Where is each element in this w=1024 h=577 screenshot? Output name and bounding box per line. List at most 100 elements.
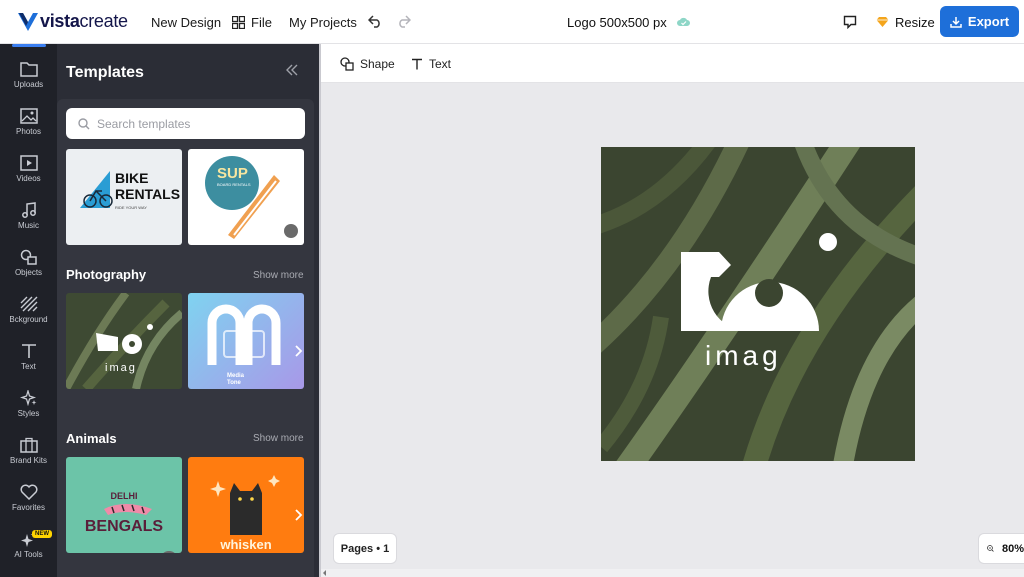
show-more-animals-link[interactable]: Show more [253,433,304,444]
template-title: DELHI [110,491,138,501]
camera-graphic [207,304,281,365]
cloud-saved-icon [676,17,690,26]
rail-item-videos[interactable]: Videos [0,149,57,196]
photo-icon [19,108,38,124]
rail-item-background[interactable]: Bckground [0,290,57,337]
rail-item-uploads[interactable]: Uploads [0,55,57,102]
search-icon [78,117,90,129]
file-menu-button[interactable]: File [232,0,272,44]
rail-item-favorites[interactable]: Favorites [0,478,57,525]
template-title: RENTALS [115,186,181,202]
rail-label: Uploads [13,80,44,89]
template-card-imag[interactable]: imag [66,293,182,389]
music-icon [21,202,36,218]
sup-graphic [205,156,298,239]
document-title-text: Logo 500x500 px [567,14,667,30]
panel-scrollbar[interactable] [319,44,321,577]
diamond-icon [876,17,889,27]
briefcase-icon [19,437,38,453]
templates-panel: Templates Search templates BIKE RENTALS … [57,44,319,577]
video-icon [19,155,38,171]
section-label-photography: Photography [66,267,147,282]
template-subtitle: BOARD RENTALS [217,182,251,187]
template-card-delhi-bengals[interactable]: DELHI BENGALS [66,457,182,553]
editor-toolbar: Shape Text [321,44,1024,83]
undo-icon[interactable] [368,15,382,28]
rail-item-photos[interactable]: Photos [0,102,57,149]
scroll-left-icon[interactable] [322,570,328,576]
chevron-right-icon[interactable] [291,344,305,358]
leaves-graphic [66,293,182,389]
template-title: Tone [227,380,241,386]
rail-label: Brand Kits [10,456,47,465]
templates-list: Search templates BIKE RENTALS RIDE YOUR … [57,99,314,577]
collapse-panel-icon[interactable] [285,64,299,76]
shape-icon [340,56,354,71]
rail-label: Bckground [9,315,48,324]
resize-button[interactable]: Resize [876,0,935,44]
rail-active-indicator [12,44,46,47]
my-projects-button[interactable]: My Projects [289,0,357,44]
template-title: BENGALS [84,518,164,535]
text-tool-label: Text [429,56,452,71]
zoom-level: 80% [1001,542,1024,555]
rail-item-styles[interactable]: Styles [0,384,57,431]
chevron-right-icon[interactable] [291,181,305,195]
search-templates-input[interactable]: Search templates [66,108,305,139]
rail-label: Objects [14,268,43,277]
design-canvas[interactable]: imag [601,147,915,461]
template-card-whisken[interactable]: whisken [188,457,304,553]
heart-icon [20,484,37,500]
text-tool-button[interactable]: Text [411,44,451,83]
canvas-background-leaves [601,147,915,461]
zoom-control[interactable]: 80% [978,533,1024,564]
template-card-media-tone[interactable]: Media Tone [188,293,304,389]
rail-item-text[interactable]: Text [0,337,57,384]
brand-name-rest: create [79,11,129,31]
template-title: imag [105,362,137,374]
rail-item-ai-tools[interactable]: AI Tools NEW [0,525,57,572]
canvas-horizontal-scrollbar[interactable] [321,569,1024,577]
rail-item-objects[interactable]: Objects [0,243,57,290]
rail-item-music[interactable]: Music [0,196,57,243]
rail-item-brand-kits[interactable]: Brand Kits [0,431,57,478]
document-title[interactable]: Logo 500x500 px [567,0,690,44]
panel-title: Templates [66,64,144,81]
template-subtitle: RIDE YOUR WAY [115,205,147,210]
objects-icon [20,249,37,265]
rail-label: Photos [16,127,41,136]
background-icon [20,296,37,312]
template-title: whisken [220,537,272,552]
folder-icon [19,62,38,77]
new-design-label: New Design [151,14,222,30]
pages-button[interactable]: Pages • 1 [333,533,397,564]
section-label-animals: Animals [66,431,117,446]
chevron-right-icon[interactable] [291,508,305,522]
template-title: BIKE [115,170,149,186]
shape-tool-button[interactable]: Shape [340,44,395,83]
brand-logo[interactable]: vista create [18,11,128,32]
grid-icon [232,15,245,29]
text-tool-icon [412,58,422,69]
new-badge: NEW [32,530,52,538]
template-card-sup[interactable]: SUP BOARD RENTALS [188,149,304,245]
new-design-button[interactable]: New Design [151,0,221,44]
brand-logo-icon [18,12,38,31]
rail-label: AI Tools [14,550,43,559]
left-rail: Uploads Photos Videos Music Objects Bckg… [0,44,57,577]
rail-label: Styles [17,409,40,418]
tiger-graphic [104,504,175,553]
export-button[interactable]: Export [940,6,1019,37]
redo-icon[interactable] [397,15,411,28]
rail-label: Music [18,221,39,230]
rail-label: Videos [16,174,41,183]
pages-label: Pages • 1 [340,542,390,555]
template-title: Media [227,373,245,379]
shape-tool-label: Shape [360,56,395,71]
comment-icon[interactable] [843,15,857,29]
show-more-photography-link[interactable]: Show more [253,270,304,281]
canvas-logo-text[interactable]: imag [705,340,782,372]
rail-label: Favorites [12,503,45,512]
template-card-bike-rentals[interactable]: BIKE RENTALS RIDE YOUR WAY [66,149,182,245]
zoom-icon [987,545,994,552]
